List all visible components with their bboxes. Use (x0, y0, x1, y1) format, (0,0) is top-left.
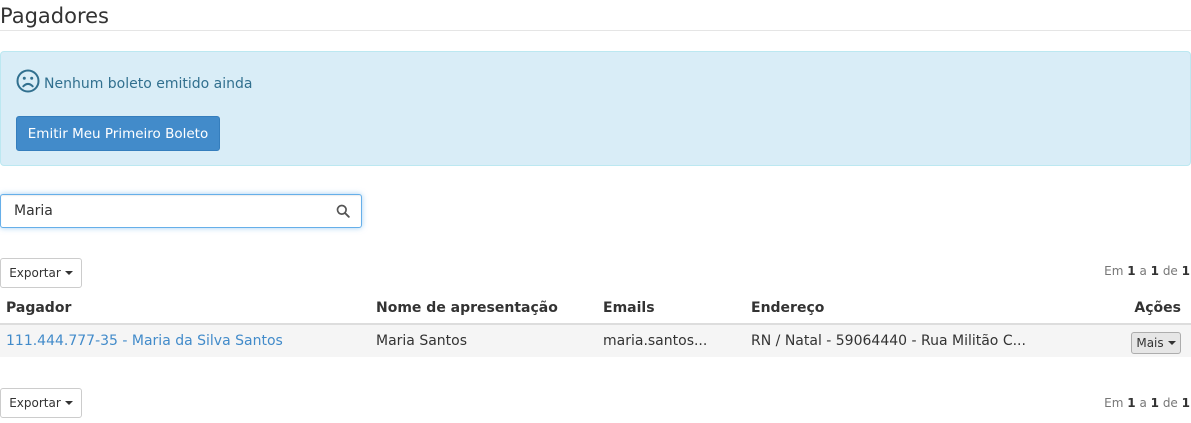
cell-endereco: RN / Natal - 59064440 - Rua Militão C... (745, 324, 1095, 357)
pagadores-table: Pagador Nome de apresentação Emails Ende… (0, 292, 1191, 357)
table-row: 111.444.777-35 - Maria da Silva Santos M… (0, 324, 1191, 357)
caret-down-icon (1167, 341, 1176, 345)
caret-down-icon (64, 401, 73, 405)
header-emails[interactable]: Emails (597, 292, 745, 325)
search-input[interactable] (1, 195, 326, 227)
mais-dropdown-button[interactable]: Mais (1131, 332, 1181, 354)
alert-message: Nenhum boleto emitido ainda (44, 76, 253, 92)
export-label: Exportar (9, 266, 61, 280)
pagination-info-top: Em 1 a 1 de 1 (1104, 264, 1190, 278)
pagination-info-bottom: Em 1 a 1 de 1 (1104, 396, 1190, 410)
header-pagador[interactable]: Pagador (0, 292, 370, 325)
caret-down-icon (64, 271, 73, 275)
export-button-top[interactable]: Exportar (0, 258, 82, 288)
header-acoes: Ações (1095, 292, 1191, 325)
search-icon[interactable] (336, 204, 350, 218)
title-divider (0, 30, 1191, 31)
page-title: Pagadores (0, 4, 109, 28)
header-endereco[interactable]: Endereço (745, 292, 1095, 325)
alert-message-line: Nenhum boleto emitido ainda (16, 69, 252, 93)
sad-face-icon (16, 69, 40, 93)
search-box (0, 194, 362, 228)
emit-first-boleto-button[interactable]: Emitir Meu Primeiro Boleto (16, 116, 220, 151)
pagador-link[interactable]: 111.444.777-35 - Maria da Silva Santos (6, 333, 283, 349)
export-button-bottom[interactable]: Exportar (0, 388, 82, 418)
cell-emails: maria.santos... (597, 324, 745, 357)
info-alert: Nenhum boleto emitido ainda Emitir Meu P… (0, 51, 1191, 166)
mais-label: Mais (1136, 336, 1164, 350)
cell-nome: Maria Santos (370, 324, 597, 357)
cell-acoes: Mais (1095, 324, 1191, 357)
table-header-row: Pagador Nome de apresentação Emails Ende… (0, 292, 1191, 325)
export-label: Exportar (9, 396, 61, 410)
header-nome-apresentacao[interactable]: Nome de apresentação (370, 292, 597, 325)
cell-pagador: 111.444.777-35 - Maria da Silva Santos (0, 324, 370, 357)
